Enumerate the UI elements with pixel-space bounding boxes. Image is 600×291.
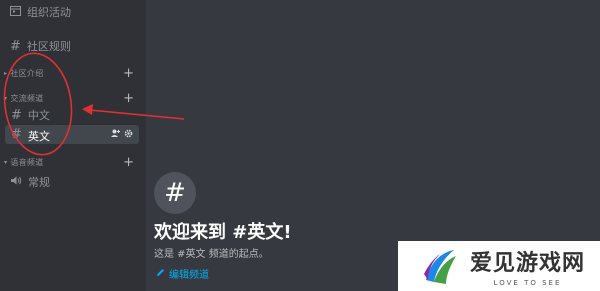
hash-icon: # <box>11 127 22 142</box>
channel-item-chinese[interactable]: # 中文 <box>11 107 50 123</box>
pencil-icon <box>156 268 165 280</box>
speaker-icon <box>10 175 22 189</box>
channel-label: 常规 <box>28 176 50 189</box>
chevron-down-icon: ▾ <box>4 95 8 102</box>
category-label: 语音频道 <box>10 158 44 167</box>
calendar-icon <box>10 5 21 19</box>
edit-channel-link[interactable]: 编辑频道 <box>156 266 209 281</box>
channel-item-english[interactable]: # 英文 <box>5 125 139 144</box>
gear-icon[interactable] <box>124 129 133 141</box>
category-label: 交流频道 <box>10 94 44 103</box>
voice-channel-general[interactable]: 常规 <box>10 174 50 190</box>
edit-channel-label: 编辑频道 <box>169 270 209 281</box>
watermark-logo: 爱见游戏网 LOVE TO SEE <box>398 241 600 291</box>
sidebar-item-label: 社区规则 <box>26 40 71 53</box>
channel-sidebar: 组织活动 # 社区规则 ▸ 社区介绍 + ▾ 交流频道 + # 中文 # 英文 … <box>0 0 146 291</box>
category-intro[interactable]: ▸ 社区介绍 <box>4 68 44 79</box>
channel-hash-icon: # <box>154 172 196 214</box>
logo-mark-icon <box>424 250 456 284</box>
chevron-right-icon: ▸ <box>4 70 8 77</box>
add-channel-icon[interactable]: + <box>123 67 134 80</box>
add-channel-icon[interactable]: + <box>123 92 134 105</box>
logo-text-en: LOVE TO SEE <box>493 279 562 287</box>
category-label: 社区介绍 <box>10 69 44 78</box>
sidebar-item-events[interactable]: 组织活动 <box>10 4 71 20</box>
sidebar-item-rules[interactable]: # 社区规则 <box>10 38 71 54</box>
chevron-down-icon: ▾ <box>4 159 8 166</box>
category-chat[interactable]: ▾ 交流频道 <box>4 93 44 104</box>
hash-icon: # <box>10 38 21 54</box>
channel-label: 中文 <box>27 109 50 122</box>
category-voice[interactable]: ▾ 语音频道 <box>4 157 44 168</box>
channel-label: 英文 <box>28 130 50 143</box>
add-channel-icon[interactable]: + <box>123 156 134 169</box>
invite-user-icon[interactable] <box>111 129 120 141</box>
logo-text-cn: 爱见游戏网 <box>470 251 586 276</box>
welcome-title: 欢迎来到 #英文! <box>154 222 292 243</box>
welcome-subtitle: 这是 #英文 频道的起点。 <box>154 249 269 260</box>
hash-icon: # <box>11 107 22 123</box>
sidebar-item-label: 组织活动 <box>27 6 71 19</box>
